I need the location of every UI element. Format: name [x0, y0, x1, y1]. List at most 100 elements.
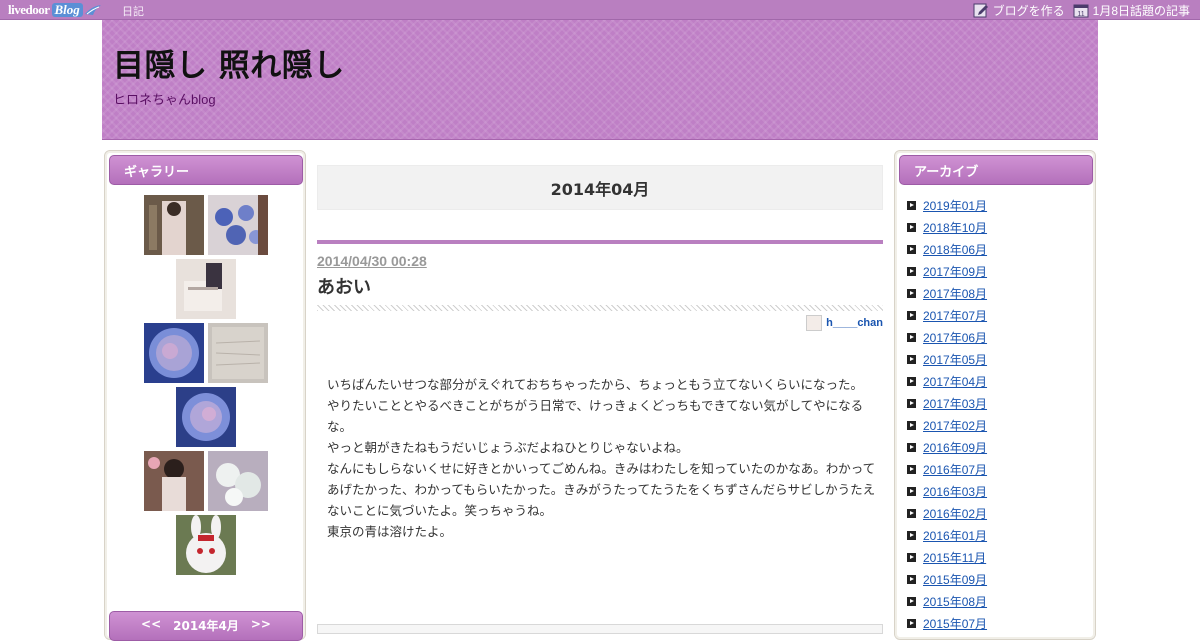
logo-blog: Blog — [51, 3, 83, 17]
diary-link[interactable]: 日記 — [122, 3, 144, 19]
arrow-bullet-icon — [907, 530, 916, 540]
blog-header: 目隠し 照れ隠し ヒロネちゃんblog — [102, 20, 1098, 140]
gallery-thumbnail[interactable] — [144, 323, 204, 383]
archive-link[interactable]: 2016年07月 — [923, 461, 987, 478]
arrow-bullet-icon — [907, 574, 916, 584]
arrow-bullet-icon — [907, 332, 916, 342]
arrow-bullet-icon — [907, 596, 916, 606]
archive-item: 2016年03月 — [907, 480, 987, 502]
calendar-icon: 11 — [1073, 4, 1089, 18]
archive-link[interactable]: 2019年01月 — [923, 197, 987, 214]
post-line: 東京の青は溶けたよ。 — [327, 524, 453, 539]
archive-link[interactable]: 2017年06月 — [923, 329, 987, 346]
svg-text:11: 11 — [1077, 11, 1084, 18]
archive-item: 2017年02月 — [907, 414, 987, 436]
arrow-bullet-icon — [907, 376, 916, 386]
arrow-bullet-icon — [907, 288, 916, 298]
post-title: あおい — [317, 277, 371, 298]
calendar-header: << 2014年4月 >> — [109, 611, 303, 641]
archive-link[interactable]: 2018年06月 — [923, 241, 987, 258]
post-line: なんにもしらないくせに好きとかいってごめんね。きみはわたしを知っていたのかなあ。… — [327, 461, 876, 518]
archive-item: 2018年10月 — [907, 216, 987, 238]
gallery-sidebar: ギャラリー << 2014年4月 >> — [104, 150, 307, 641]
archive-link[interactable]: 2017年09月 — [923, 263, 987, 280]
gallery-thumbnail[interactable] — [144, 195, 204, 255]
gallery-heading: ギャラリー — [109, 155, 303, 185]
arrow-bullet-icon — [907, 442, 916, 452]
gallery-thumbnail[interactable] — [176, 515, 236, 575]
archive-link[interactable]: 2017年05月 — [923, 351, 987, 368]
arrow-bullet-icon — [907, 398, 916, 408]
livedoor-blog-logo[interactable]: livedoor Blog — [8, 1, 102, 19]
archive-item: 2016年02月 — [907, 502, 987, 524]
arrow-bullet-icon — [907, 552, 916, 562]
arrow-bullet-icon — [907, 244, 916, 254]
archive-link[interactable]: 2017年04月 — [923, 373, 987, 390]
arrow-bullet-icon — [907, 222, 916, 232]
archive-link[interactable]: 2016年02月 — [923, 505, 987, 522]
author-link[interactable]: h____chan — [806, 315, 883, 331]
gallery-thumbnail[interactable] — [208, 323, 268, 383]
create-blog-label: ブログを作る — [992, 3, 1065, 18]
arrow-bullet-icon — [907, 486, 916, 496]
post-line: やっと朝がきたねもうだいじょうぶだよねひとりじゃないよね。 — [327, 440, 689, 455]
logo-text: livedoor — [8, 2, 50, 17]
calendar-prev-link[interactable]: << — [141, 617, 161, 640]
archive-item: 2016年07月 — [907, 458, 987, 480]
archive-link[interactable]: 2015年08月 — [923, 593, 987, 610]
post-divider — [317, 240, 883, 244]
archive-item: 2017年09月 — [907, 260, 987, 282]
top-bar: livedoor Blog 日記 ブログを作る 11 1月8日話題の記事 — [0, 0, 1200, 20]
blog-title[interactable]: 目隠し 照れ隠し — [113, 40, 345, 85]
wing-icon — [84, 5, 101, 15]
arrow-bullet-icon — [907, 200, 916, 210]
post-date-link[interactable]: 2014/04/30 00:28 — [317, 253, 427, 269]
archive-item: 2018年06月 — [907, 238, 987, 260]
archive-item: 2019年01月 — [907, 194, 987, 216]
archive-link[interactable]: 2015年09月 — [923, 571, 987, 588]
calendar-next-link[interactable]: >> — [251, 617, 271, 640]
blog-subtitle: ヒロネちゃんblog — [113, 92, 216, 107]
archive-item: 2015年11月 — [907, 546, 987, 568]
archive-item: 2016年01月 — [907, 524, 987, 546]
arrow-bullet-icon — [907, 464, 916, 474]
calendar-month-label: 2014年4月 — [173, 619, 239, 633]
archive-link[interactable]: 2017年02月 — [923, 417, 987, 434]
archive-link[interactable]: 2017年07月 — [923, 307, 987, 324]
arrow-bullet-icon — [907, 266, 916, 276]
archive-link[interactable]: 2016年03月 — [923, 483, 987, 500]
author-avatar-icon — [806, 315, 823, 331]
trending-label: 1月8日話題の記事 — [1092, 3, 1190, 18]
archive-link[interactable]: 2018年10月 — [923, 219, 987, 236]
post-footer-box — [317, 624, 883, 634]
archive-link[interactable]: 2015年07月 — [923, 615, 987, 632]
archive-item: 2015年08月 — [907, 590, 987, 612]
create-blog-link[interactable]: ブログを作る — [973, 2, 1065, 19]
arrow-bullet-icon — [907, 310, 916, 320]
trending-articles-link[interactable]: 11 1月8日話題の記事 — [1073, 2, 1190, 19]
archive-item: 2015年09月 — [907, 568, 987, 590]
archive-item: 2017年03月 — [907, 392, 987, 414]
author-name: h____chan — [826, 317, 883, 329]
gallery-thumbnail[interactable] — [208, 195, 268, 255]
gallery-thumbnail[interactable] — [144, 451, 204, 511]
gallery-thumbnail[interactable] — [208, 451, 268, 511]
archive-link[interactable]: 2015年11月 — [923, 549, 986, 566]
arrow-bullet-icon — [907, 354, 916, 364]
gallery-thumbnail[interactable] — [176, 259, 236, 319]
archive-link[interactable]: 2016年09月 — [923, 439, 987, 456]
archive-link[interactable]: 2017年03月 — [923, 395, 987, 412]
gallery-grid — [105, 195, 307, 579]
archive-link[interactable]: 2017年08月 — [923, 285, 987, 302]
arrow-bullet-icon — [907, 618, 916, 628]
gallery-thumbnail[interactable] — [176, 387, 236, 447]
archive-link[interactable]: 2016年01月 — [923, 527, 987, 544]
post-body: いちばんたいせつな部分がえぐれておちちゃったから、ちょっともう立てないくらいにな… — [327, 374, 877, 542]
archive-heading: アーカイブ — [899, 155, 1093, 185]
pencil-note-icon — [973, 3, 988, 18]
archive-item: 2017年04月 — [907, 370, 987, 392]
arrow-bullet-icon — [907, 420, 916, 430]
month-title: 2014年04月 — [317, 165, 883, 210]
post-line: やりたいこととやるべきことがちがう日常で、けっきょくどっちもできてない気がしてや… — [327, 398, 864, 434]
post-line: いちばんたいせつな部分がえぐれておちちゃったから、ちょっともう立てないくらいにな… — [327, 377, 864, 392]
